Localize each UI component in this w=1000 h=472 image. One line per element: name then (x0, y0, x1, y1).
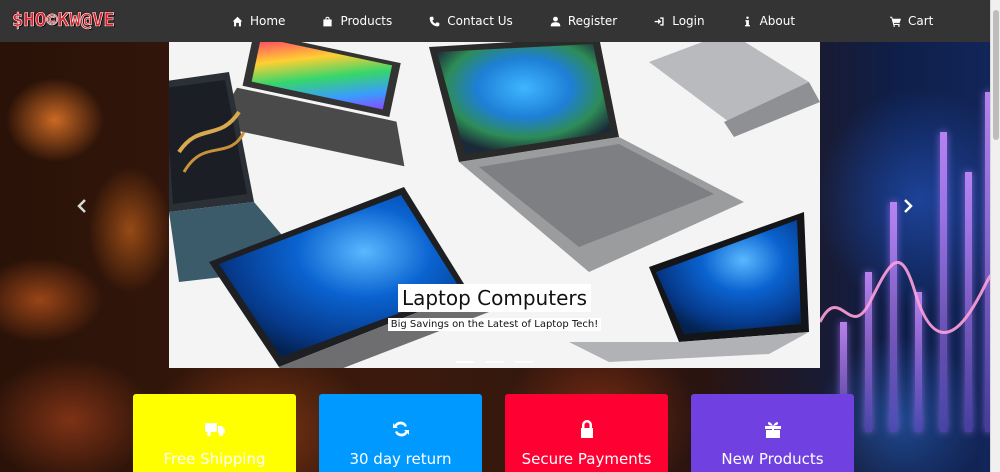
nav-cart-link[interactable]: Cart (890, 0, 933, 42)
nav-contact-label: Contact Us (447, 14, 513, 28)
nav-login-label: Login (672, 14, 705, 28)
carousel-indicator[interactable] (514, 361, 533, 363)
nav-about-label: About (759, 14, 796, 28)
feature-30-day-return: 30 day return (319, 394, 482, 472)
nav-cart-label: Cart (908, 14, 934, 28)
slide-title: Laptop Computers (397, 284, 592, 312)
brand-logo[interactable]: $HO©KW@VE (12, 9, 116, 32)
carousel-indicators (169, 348, 820, 367)
carousel-next-button[interactable] (898, 196, 918, 216)
page-scrollbar[interactable] (990, 0, 1000, 472)
feature-new-products: New Products (691, 394, 854, 472)
lock-icon (577, 420, 597, 442)
feature-free-shipping: Free Shipping (133, 394, 296, 472)
scrollbar-thumb[interactable] (993, 10, 999, 140)
user-icon (550, 16, 561, 27)
carousel-prev-button[interactable] (72, 196, 92, 216)
cart-icon (890, 16, 901, 27)
chevron-left-icon (77, 199, 86, 213)
home-icon (232, 16, 243, 27)
carousel-caption: Laptop Computers Big Savings on the Late… (169, 284, 820, 331)
nav-about-link[interactable]: About (742, 14, 795, 28)
feature-label: Free Shipping (163, 450, 266, 468)
top-navbar: $HO©KW@VE Home Products Contact Us Regis… (0, 0, 990, 42)
nav-login-link[interactable]: Login (654, 14, 705, 28)
nav-register-link[interactable]: Register (550, 14, 617, 28)
shopping-bag-icon (322, 16, 333, 27)
truck-icon (204, 420, 225, 442)
feature-secure-payments: Secure Payments (505, 394, 668, 472)
phone-icon (429, 16, 440, 27)
carousel-indicator[interactable] (485, 361, 504, 363)
feature-label: New Products (721, 450, 824, 468)
nav-home-label: Home (250, 14, 286, 28)
gift-icon (763, 420, 783, 442)
nav-contact-link[interactable]: Contact Us (429, 14, 513, 28)
chevron-right-icon (904, 199, 913, 213)
hero-carousel: Laptop Computers Big Savings on the Late… (169, 42, 820, 368)
feature-label: Secure Payments (521, 450, 652, 468)
carousel-indicator[interactable] (456, 361, 475, 363)
info-icon (742, 15, 753, 27)
feature-boxes: Free Shipping 30 day return Secure Payme… (133, 394, 877, 472)
nav-links: Home Products Contact Us Register Login (232, 0, 832, 42)
nav-products-label: Products (340, 14, 393, 28)
nav-register-label: Register (567, 14, 618, 28)
nav-home-link[interactable]: Home (232, 14, 285, 28)
nav-products-link[interactable]: Products (322, 14, 392, 28)
sign-in-icon (654, 16, 665, 27)
slide-subtitle: Big Savings on the Latest of Laptop Tech… (387, 318, 602, 331)
refresh-icon (391, 420, 411, 442)
feature-label: 30 day return (349, 450, 452, 468)
